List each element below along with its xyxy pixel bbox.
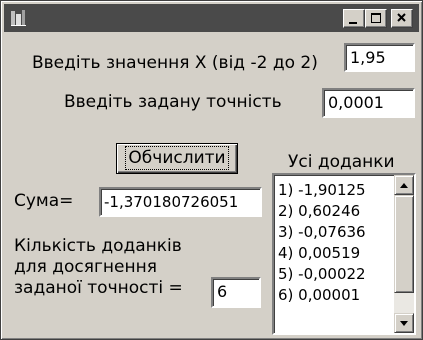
scroll-down-button[interactable] <box>394 313 414 333</box>
list-item[interactable]: 4) 0,00519 <box>278 243 366 264</box>
list-item[interactable]: 3) -0,07636 <box>278 222 366 243</box>
close-button[interactable] <box>391 9 413 28</box>
minimize-button[interactable] <box>343 9 365 28</box>
terms-list: 1) -1,90125 2) 0,60246 3) -0,07636 4) 0,… <box>278 180 366 306</box>
terms-title: Усі доданки <box>288 152 395 172</box>
list-item[interactable]: 1) -1,90125 <box>278 180 366 201</box>
x-label: Введіть значення X (від -2 до 2) <box>32 53 318 73</box>
list-item[interactable]: 5) -0,00022 <box>278 264 366 285</box>
precision-input[interactable]: 0,0001 <box>322 88 415 118</box>
list-item[interactable]: 2) 0,60246 <box>278 201 366 222</box>
close-icon <box>397 13 406 22</box>
count-label-line2: для досягнення <box>14 257 157 277</box>
maximize-icon <box>371 13 381 23</box>
compute-button[interactable]: Обчислити <box>116 143 238 174</box>
scroll-thumb[interactable] <box>394 195 414 293</box>
app-icon <box>9 8 29 28</box>
arrow-down-icon <box>400 321 408 326</box>
terms-listbox[interactable]: 1) -1,90125 2) 0,60246 3) -0,07636 4) 0,… <box>272 173 416 335</box>
count-label-line3: заданої точності = <box>14 278 183 298</box>
maximize-button[interactable] <box>365 9 387 28</box>
sum-output[interactable]: -1,370180726051 <box>99 187 262 217</box>
scroll-up-button[interactable] <box>394 175 414 195</box>
precision-label: Введіть задану точність <box>64 92 282 112</box>
app-window: Введіть значення X (від -2 до 2) 1,95 Вв… <box>0 0 423 340</box>
terms-scrollbar[interactable] <box>394 175 414 333</box>
minimize-icon <box>349 22 357 24</box>
list-item[interactable]: 6) 0,00001 <box>278 285 366 306</box>
count-label-line1: Кількість доданків <box>14 236 182 256</box>
title-bar[interactable] <box>4 4 419 32</box>
x-input[interactable]: 1,95 <box>344 43 415 72</box>
count-output[interactable]: 6 <box>211 277 261 308</box>
compute-button-label: Обчислити <box>125 146 229 170</box>
sum-label: Сума= <box>14 191 74 211</box>
arrow-up-icon <box>400 183 408 188</box>
